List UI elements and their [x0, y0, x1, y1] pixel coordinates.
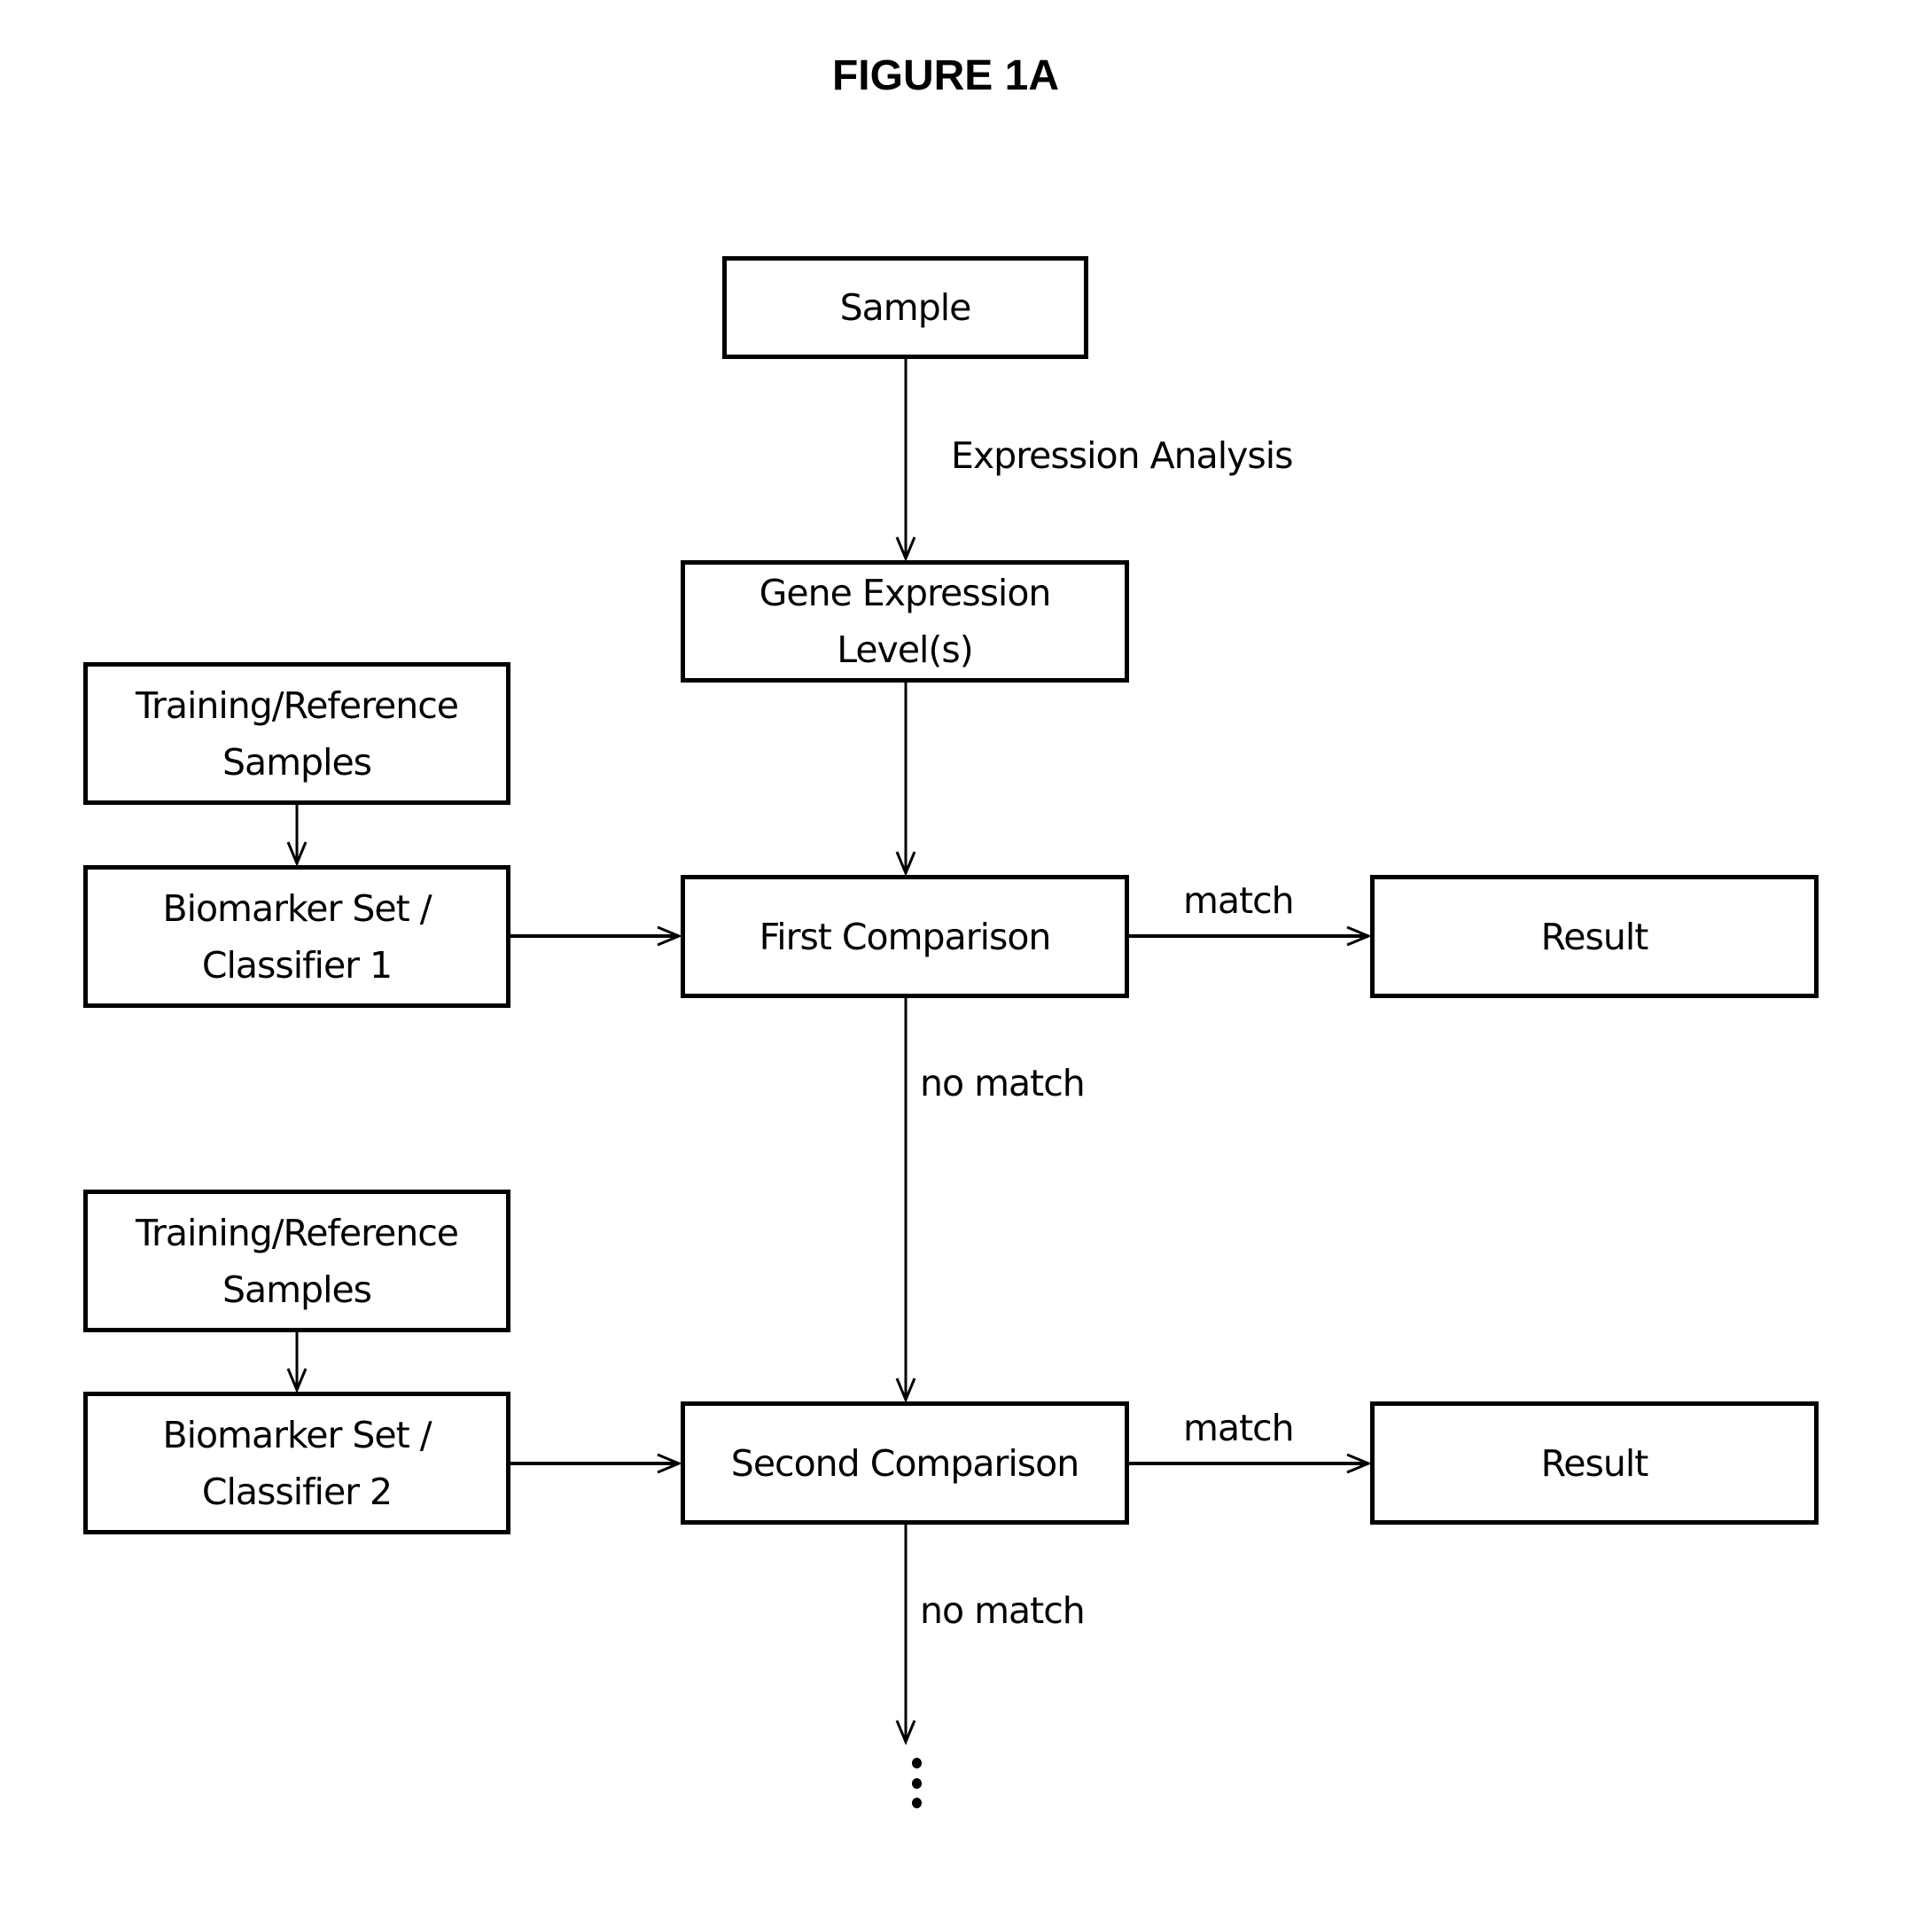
training-1-line-2: Samples: [222, 740, 372, 784]
ellipsis-dot: [912, 1798, 922, 1808]
gene-expression-line-2: Level(s): [837, 628, 974, 671]
result-box-2: Result: [1370, 1401, 1819, 1525]
sample-box: Sample: [722, 256, 1088, 359]
first-comparison-label: First Comparison: [759, 915, 1052, 958]
result-2-label: Result: [1540, 1441, 1649, 1485]
result-1-label: Result: [1540, 915, 1649, 958]
match-label-1: match: [1183, 879, 1295, 922]
ellipsis-dot: [912, 1758, 922, 1768]
no-match-label-1: no match: [920, 1062, 1086, 1104]
ellipsis-dot: [912, 1778, 922, 1789]
biomarker-2-line-2: Classifier 2: [201, 1470, 393, 1513]
first-comparison-box: First Comparison: [681, 875, 1129, 998]
training-2-line-1: Training/Reference: [135, 1211, 459, 1254]
match-label-2: match: [1183, 1407, 1295, 1449]
training-1-line-1: Training/Reference: [135, 683, 459, 727]
biomarker-classifier-box-1: Biomarker Set / Classifier 1: [83, 865, 510, 1008]
training-2-line-2: Samples: [222, 1268, 372, 1311]
training-samples-box-2: Training/Reference Samples: [83, 1190, 510, 1332]
biomarker-2-line-1: Biomarker Set /: [162, 1413, 432, 1456]
no-match-label-2: no match: [920, 1589, 1086, 1632]
sample-label: Sample: [839, 286, 972, 329]
second-comparison-label: Second Comparison: [730, 1441, 1079, 1485]
result-box-1: Result: [1370, 875, 1819, 998]
expression-analysis-label: Expression Analysis: [951, 434, 1294, 477]
second-comparison-box: Second Comparison: [681, 1401, 1129, 1525]
gene-expression-box: Gene Expression Level(s): [681, 560, 1129, 683]
biomarker-1-line-1: Biomarker Set /: [162, 886, 432, 930]
gene-expression-line-1: Gene Expression: [759, 572, 1052, 614]
training-samples-box-1: Training/Reference Samples: [83, 662, 510, 805]
biomarker-1-line-2: Classifier 1: [201, 943, 393, 987]
biomarker-classifier-box-2: Biomarker Set / Classifier 2: [83, 1392, 510, 1534]
